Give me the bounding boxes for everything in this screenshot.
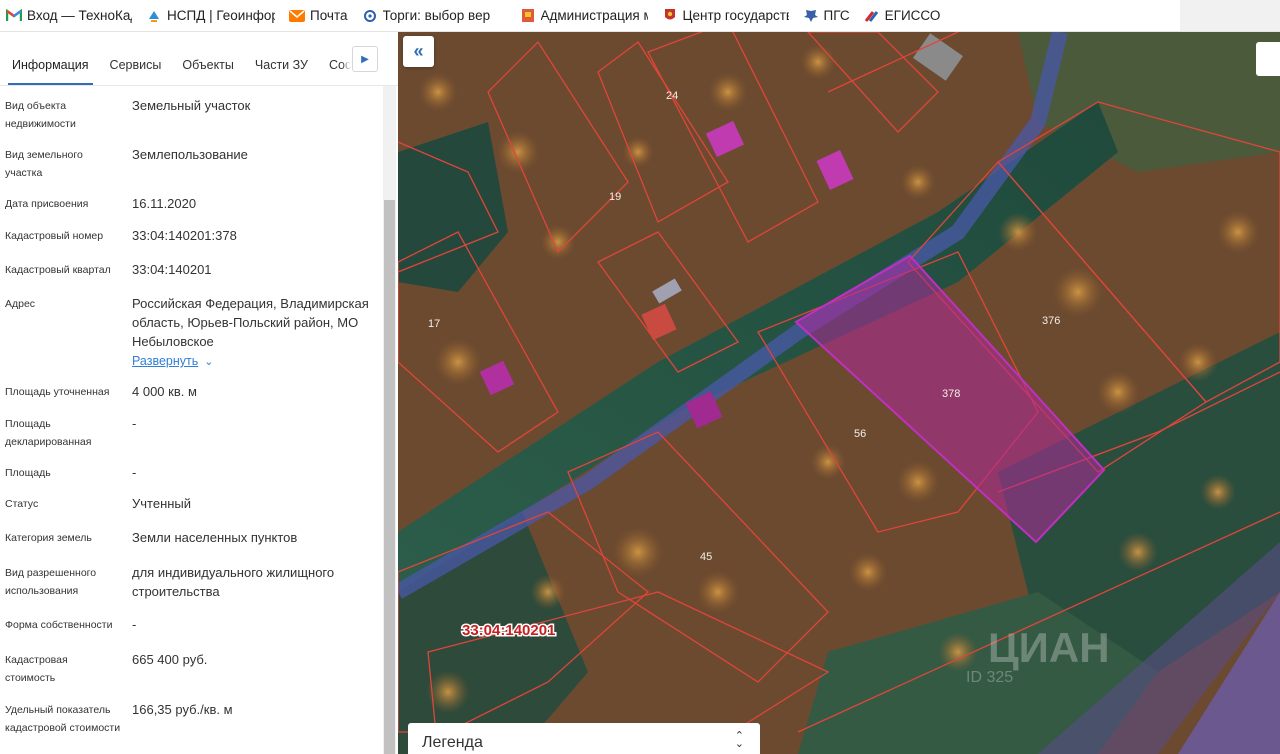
parcel-number: 378 (942, 388, 960, 400)
bookmark-label: НСПД | Геоинфор (167, 8, 275, 23)
bookmark-label: Центр государств (682, 8, 789, 23)
bookmark-label: Вход — ТехноКад (27, 8, 132, 23)
field-label: Удельный показатель кадастровой стоимост… (5, 704, 121, 734)
field-label: Площадь декларированная (5, 418, 92, 448)
field-value: 33:04:140201 (132, 262, 212, 277)
administration-icon (520, 8, 536, 24)
cadastral-map[interactable]: 24 19 17 376 378 56 45 33:04:140201 ЦИАН… (398, 32, 1280, 754)
bookmark-label: Администрация м (540, 8, 648, 23)
gmail-icon (6, 8, 22, 24)
bookmark-label: Торги: выбор вер (382, 8, 491, 23)
bookmark-egisso[interactable]: ЕГИССО (864, 8, 941, 24)
field-label: Форма собственности (5, 619, 113, 631)
field-label: Вид земельного участка (5, 149, 83, 179)
field-label: Кадастровая стоимость (5, 654, 68, 684)
tabs-scroll-right-button[interactable]: ▶ (352, 46, 378, 72)
address-expand: Развернуть ⌄ (132, 351, 377, 372)
field-value: - (132, 617, 137, 632)
field-value: Земли населенных пунктов (132, 530, 298, 545)
chevron-down-icon[interactable]: ⌄ (204, 353, 213, 372)
field-value: Российская Федерация, Владимирская облас… (132, 296, 369, 349)
parcel-number: 45 (700, 551, 712, 563)
parcel-number: 376 (1042, 315, 1060, 327)
bookmarks-bar: Вход — ТехноКад НСПД | Геоинфор Почта То… (0, 0, 1280, 32)
field-label: Адрес (5, 298, 36, 310)
field-value: - (132, 416, 137, 431)
field-value: 16.11.2020 (132, 196, 197, 211)
bookmark-nspd[interactable]: НСПД | Геоинфор (146, 8, 275, 24)
scrollbar-thumb[interactable] (384, 200, 395, 754)
field-value: Землепользование (132, 147, 248, 162)
field-label: Вид разрешенного использования (5, 567, 97, 597)
double-chevron-left-icon: « (413, 41, 424, 61)
parcel-number: 17 (428, 318, 440, 330)
tab-parcel-parts[interactable]: Части ЗУ (247, 58, 316, 85)
field-label: Статус (5, 498, 39, 510)
parcel-number: 19 (609, 191, 621, 203)
field-label: Вид объекта недвижимости (5, 100, 76, 130)
watermark-id: ID 325 (966, 669, 1013, 686)
field-value: для индивидуального жилищного строительс… (132, 565, 335, 599)
tab-information[interactable]: Информация (4, 58, 97, 85)
field-value: 4 000 кв. м (132, 384, 197, 399)
tab-objects[interactable]: Объекты (174, 58, 242, 85)
field-label: Площадь (5, 467, 51, 479)
field-label: Площадь уточненная (5, 386, 110, 398)
field-value: Земельный участок (132, 98, 251, 113)
field-label: Категория земель (5, 532, 92, 544)
cadastral-quarter-label: 33:04:140201 (462, 622, 555, 639)
bookmark-gmail[interactable]: Вход — ТехноКад (6, 8, 132, 24)
bookmark-mail[interactable]: Почта (289, 8, 348, 24)
panel-scrollbar[interactable] (383, 86, 396, 754)
mail-icon (289, 8, 305, 24)
panel-tabs: Информация Сервисы Объекты Части ЗУ Сост… (0, 32, 398, 86)
bookmark-pgs[interactable]: ПГС (803, 8, 850, 24)
chevron-right-icon: ▶ (361, 53, 369, 65)
bookmark-torgi[interactable]: Торги: выбор вер (362, 8, 506, 24)
field-value: Учтенный (132, 496, 192, 511)
expand-link[interactable]: Развернуть (132, 354, 198, 368)
torgi-icon (362, 8, 378, 24)
emblem-icon (662, 8, 678, 24)
field-value: 665 400 руб. (132, 652, 208, 667)
egisso-icon (864, 8, 880, 24)
tab-services[interactable]: Сервисы (102, 58, 170, 85)
map-canvas[interactable]: 24 19 17 376 378 56 45 33:04:140201 ЦИАН… (398, 32, 1280, 754)
map-tool-button[interactable] (1256, 42, 1280, 76)
field-value: - (132, 465, 137, 480)
collapse-panel-button[interactable]: « (403, 36, 434, 67)
legend-label: Легенда (422, 734, 483, 751)
bookmark-administration[interactable]: Администрация м (520, 8, 648, 24)
field-label: Кадастровый номер (5, 230, 104, 242)
object-info-panel: Информация Сервисы Объекты Части ЗУ Сост… (0, 32, 398, 754)
bookmark-label: ПГС (823, 8, 850, 23)
field-label: Кадастровый квартал (5, 264, 111, 276)
bookmark-label: ЕГИССО (884, 8, 941, 23)
field-value: 166,35 руб./кв. м (132, 702, 233, 717)
bookmark-label: Почта (310, 8, 348, 23)
bookmark-gov-center[interactable]: Центр государств (662, 8, 789, 24)
field-label: Дата присвоения (5, 198, 89, 210)
up-down-chevron-icon[interactable]: ⌃ ⌄ (735, 731, 744, 750)
field-value: 33:04:140201:378 (132, 228, 237, 243)
watermark-text: ЦИАН (988, 624, 1110, 671)
nspd-icon (146, 8, 162, 24)
parcel-number: 56 (854, 428, 866, 440)
pgs-icon (803, 8, 819, 24)
toolbar-right-area (1180, 0, 1280, 31)
legend-bar[interactable]: Легенда ⌃ ⌄ (408, 723, 760, 754)
parcel-number: 24 (666, 90, 678, 102)
